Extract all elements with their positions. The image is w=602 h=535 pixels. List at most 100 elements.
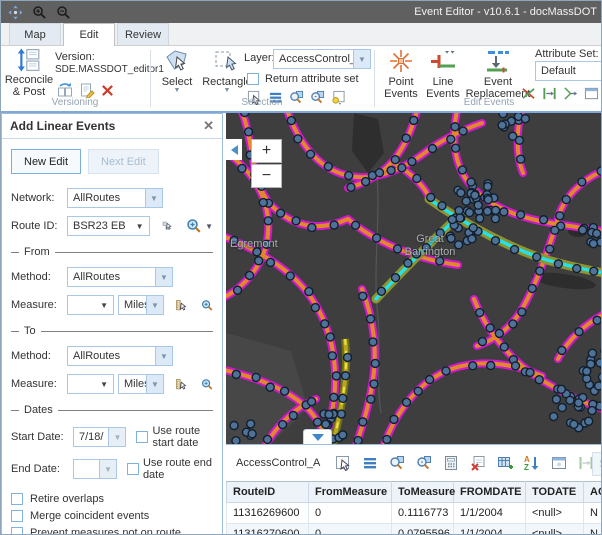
line-events-button[interactable]: Line Events [423,48,463,100]
from-measure-dropdown-arrow[interactable]: ▼ [95,301,113,310]
retire-overlaps-label: Retire overlaps [30,493,104,505]
network-label: Network: [11,192,63,204]
from-method-dropdown-arrow[interactable]: ▼ [155,268,172,286]
merge-coincident-label: Merge coincident events [30,510,149,522]
end-date-dropdown-arrow[interactable]: ▼ [99,460,116,478]
layer-label: Layer: [244,52,275,64]
table-row[interactable]: 11316270600 0 0.0795596 1/1/2004 <null> … [227,524,602,535]
network-dropdown[interactable]: AllRoutes ▼ [67,188,163,208]
merge-coincident-checkbox[interactable] [11,510,23,522]
col-ac[interactable]: AC [584,482,602,503]
zoom-route-dropdown-arrow[interactable]: ▼ [205,222,213,231]
group-edit-events: Point Events Line Events [375,46,602,109]
add-linear-events-panel: Add Linear Events ✕ New Edit Next Edit N… [1,113,223,535]
to-measure-combobox[interactable]: ▼ [67,374,114,394]
from-measure-combobox[interactable]: ▼ [67,295,114,315]
collapse-panel-button[interactable] [226,139,242,160]
table-pan-selected-icon[interactable] [416,455,432,471]
zoom-in-icon[interactable] [31,4,47,20]
collapse-table-button[interactable] [303,429,332,444]
attribute-table: RouteID FromMeasure ToMeasure FROMDATE T… [226,481,602,535]
to-measure-picker-icon[interactable] [175,377,188,392]
map-zoom-control: + − [251,139,282,188]
refresh-version-icon[interactable] [57,82,73,98]
delete-version-icon[interactable] [101,84,114,97]
tab-map[interactable]: Map [9,23,61,45]
table-layer-name: AccessControl_A [236,457,320,469]
save-button[interactable]: S [592,452,602,476]
from-method-dropdown[interactable]: AllRoutes ▼ [67,267,173,287]
to-method-dropdown[interactable]: AllRoutes ▼ [67,346,173,366]
versioning-tools [57,82,114,98]
from-units-dropdown-arrow[interactable]: ▼ [146,296,163,314]
panel-header: Add Linear Events ✕ [2,114,222,139]
prevent-measures-checkbox[interactable] [11,527,23,535]
rectangle-dropdown-arrow[interactable]: ▼ [224,88,231,94]
dates-section-separator: Dates [11,404,213,416]
tab-review[interactable]: Review [117,23,169,45]
sort-icon[interactable]: AZ [524,455,540,471]
table-select-icon[interactable] [335,455,351,471]
map-canvas[interactable]: Egremont Great Barrington + − [226,113,602,444]
new-edit-button[interactable]: New Edit [11,149,81,174]
table-row[interactable]: 11316269600 0 0.1116773 1/1/2004 <null> … [227,503,602,524]
select-route-on-map-icon[interactable] [162,218,173,234]
point-events-button[interactable]: Point Events [379,48,423,100]
col-todate[interactable]: TODATE [526,482,584,503]
table-show-selected-icon[interactable] [362,455,378,471]
to-method-dropdown-arrow[interactable]: ▼ [155,347,172,365]
from-units-dropdown[interactable]: Miles ▼ [118,295,164,315]
event-editor-window: Event Editor - v10.6.1 - docMassDOT Map … [0,0,602,535]
to-zoom-measure-icon[interactable] [201,377,214,392]
use-route-start-checkbox[interactable] [136,431,148,443]
pan-icon[interactable] [7,4,23,20]
from-zoom-measure-icon[interactable] [201,298,214,313]
use-route-end-checkbox[interactable] [127,463,139,475]
tab-edit[interactable]: Edit [63,23,115,46]
next-edit-button[interactable]: Next Edit [88,149,159,174]
route-id-label: Route ID: [11,220,63,232]
event-replacement-icon [485,48,511,74]
chevron-left-icon [231,145,238,155]
to-measure-dropdown-arrow[interactable]: ▼ [95,380,113,389]
identify-attributes-icon[interactable] [551,455,567,471]
field-calculator-icon[interactable] [443,455,459,471]
use-route-end-label: Use route end date [143,457,213,481]
select-button[interactable]: Select ▼ [156,48,198,94]
col-routeid[interactable]: RouteID [227,482,309,503]
panel-close-icon[interactable]: ✕ [203,120,214,132]
col-fromdate[interactable]: FROMDATE [454,482,526,503]
return-attribute-checkbox[interactable] [247,73,259,85]
from-measure-picker-icon[interactable] [175,298,188,313]
start-date-dropdown-arrow[interactable]: ▼ [108,428,125,446]
route-id-combobox[interactable]: BSR23 EB ▼ [67,216,150,236]
map-zoom-in-button[interactable]: + [251,139,282,163]
retire-overlaps-checkbox[interactable] [11,493,23,505]
zoom-to-route-icon[interactable] [186,218,202,234]
to-units-dropdown-arrow[interactable]: ▼ [146,375,163,393]
start-date-combobox[interactable]: 7/18/ ▼ [73,427,126,447]
layer-dropdown[interactable]: AccessControl_A ▼ [273,49,371,69]
zoom-out-icon[interactable] [55,4,71,20]
to-units-dropdown[interactable]: Miles ▼ [118,374,164,394]
select-dropdown-arrow[interactable]: ▼ [174,88,181,94]
map-zoom-out-button[interactable]: − [251,164,282,188]
end-date-combobox[interactable]: ▼ [73,459,117,479]
add-record-icon[interactable] [497,455,513,471]
reconcile-post-button[interactable]: Reconcile & Post [3,48,55,98]
new-version-icon[interactable] [79,82,95,98]
versioning-group-label: Versioning [1,97,149,108]
chevron-down-icon [312,434,324,441]
network-dropdown-arrow[interactable]: ▼ [145,189,162,207]
layer-dropdown-arrow[interactable]: ▼ [353,50,370,68]
col-tomeasure[interactable]: ToMeasure [392,482,454,503]
table-zoom-selected-icon[interactable] [389,455,405,471]
group-versioning: Reconcile & Post Version: SDE.MASSDOT_ed… [1,46,149,109]
ribbon-tabbar: Map Edit Review [1,23,602,46]
attribute-set-dropdown[interactable]: Default [535,61,602,81]
delete-selected-icon[interactable] [470,455,486,471]
reconcile-post-icon [17,48,41,72]
col-frommeasure[interactable]: FromMeasure [309,482,392,503]
panel-title: Add Linear Events [10,119,115,133]
route-id-dropdown-arrow[interactable]: ▼ [131,222,149,231]
